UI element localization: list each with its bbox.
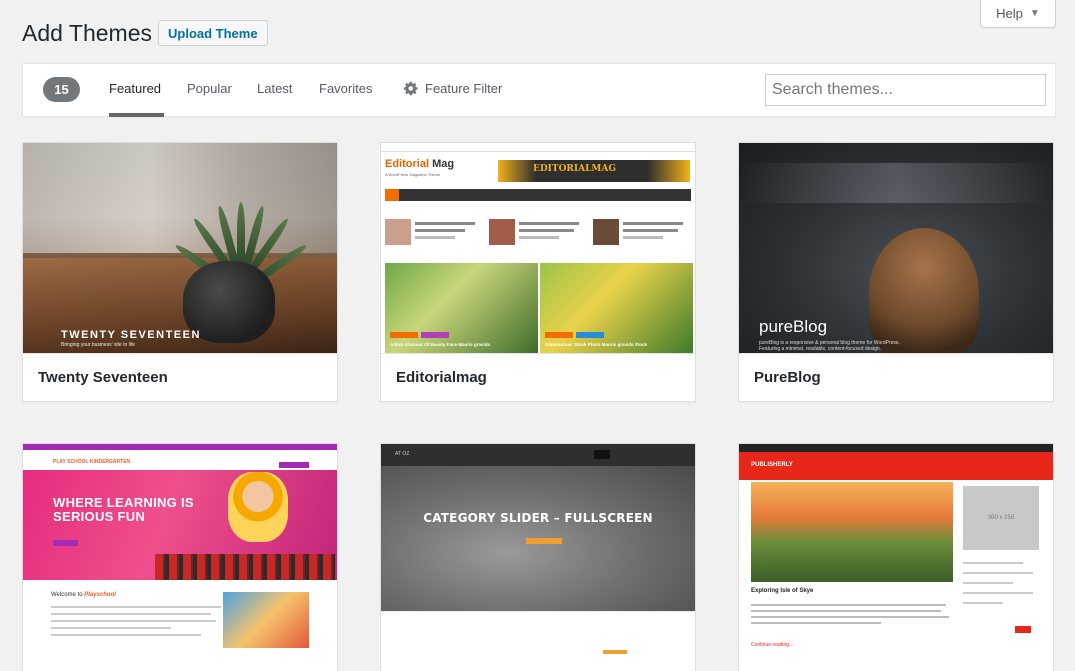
- page-title: Add Themes: [22, 20, 152, 46]
- theme-screenshot[interactable]: PUBLISHERLY 300 x 250 Exploring Isle of …: [739, 444, 1053, 654]
- help-label: Help: [996, 6, 1023, 21]
- screenshot-tagline: A WordPress Magazine Theme: [385, 172, 441, 177]
- theme-card-play-school[interactable]: PLAY SCHOOL KINDERGARTEN WHERE LEARNING …: [22, 443, 338, 671]
- tab-feature-filter[interactable]: Feature Filter: [404, 81, 502, 117]
- screenshot-post-title: Exploring Isle of Skye: [751, 588, 814, 594]
- theme-screenshot[interactable]: Editorial Mag A WordPress Magazine Theme…: [381, 143, 695, 353]
- theme-screenshot[interactable]: TWENTY SEVENTEEN Bringing your business'…: [23, 143, 337, 353]
- gear-icon: [404, 81, 418, 96]
- theme-filter-bar: 15 Featured Popular Latest Favorites Fea…: [22, 63, 1056, 117]
- theme-card-twenty-seventeen[interactable]: TWENTY SEVENTEEN Bringing your business'…: [22, 142, 338, 402]
- theme-card-pureblog[interactable]: pureBlog pureBlog is a responsive & pers…: [738, 142, 1054, 402]
- screenshot-brand: AT OZ: [395, 451, 410, 457]
- screenshot-banner: EDITORIALMAG: [498, 160, 690, 182]
- screenshot-headline: WHERE LEARNING IS SERIOUS FUN: [53, 495, 194, 524]
- theme-screenshot[interactable]: AT OZ CATEGORY SLIDER – FULLSCREEN: [381, 444, 695, 654]
- feature-filter-label: Feature Filter: [425, 81, 503, 96]
- screenshot-title: CATEGORY SLIDER – FULLSCREEN: [423, 511, 653, 525]
- tab-popular[interactable]: Popular: [187, 81, 232, 117]
- theme-card-editorialmag[interactable]: Editorial Mag A WordPress Magazine Theme…: [380, 142, 696, 402]
- theme-name: PureBlog: [739, 353, 1053, 401]
- tab-featured[interactable]: Featured: [109, 81, 164, 117]
- theme-count-badge: 15: [43, 77, 80, 102]
- screenshot-ad: 300 x 250: [963, 486, 1039, 550]
- tab-latest[interactable]: Latest: [257, 81, 292, 117]
- screenshot-more-link: Continue reading...: [751, 642, 794, 648]
- screenshot-title: pureBlog: [759, 317, 828, 336]
- caret-down-icon: ▼: [1029, 8, 1040, 19]
- tab-favorites[interactable]: Favorites: [319, 81, 372, 117]
- theme-card-publisherly[interactable]: PUBLISHERLY 300 x 250 Exploring Isle of …: [738, 443, 1054, 671]
- screenshot-logo: Editorial Mag: [385, 158, 455, 170]
- theme-name: Twenty Seventeen: [23, 353, 337, 401]
- screenshot-subtitle: Bringing your business' site to life: [61, 342, 136, 348]
- screenshot-welcome: Welcome to Playschool: [51, 592, 116, 598]
- screenshot-subtitle: pureBlog is a responsive & personal blog…: [759, 340, 900, 352]
- theme-screenshot[interactable]: PLAY SCHOOL KINDERGARTEN WHERE LEARNING …: [23, 444, 337, 654]
- search-themes-input[interactable]: [765, 74, 1046, 106]
- screenshot-title: TWENTY SEVENTEEN: [61, 329, 201, 341]
- screenshot-caption: Glamourous: Stock Photo Mauris gravida S…: [545, 342, 648, 347]
- help-button[interactable]: Help ▼: [980, 0, 1056, 28]
- theme-name: Editorialmag: [381, 353, 695, 401]
- screenshot-brand: PUBLISHERLY: [751, 462, 793, 468]
- theme-card-category-slider[interactable]: AT OZ CATEGORY SLIDER – FULLSCREEN: [380, 443, 696, 671]
- upload-theme-button[interactable]: Upload Theme: [158, 20, 268, 46]
- screenshot-caption: Adorn Glamour Of Beauty Face Mauris grav…: [390, 342, 491, 347]
- theme-screenshot[interactable]: pureBlog pureBlog is a responsive & pers…: [739, 143, 1053, 353]
- screenshot-brand: PLAY SCHOOL KINDERGARTEN: [53, 459, 131, 465]
